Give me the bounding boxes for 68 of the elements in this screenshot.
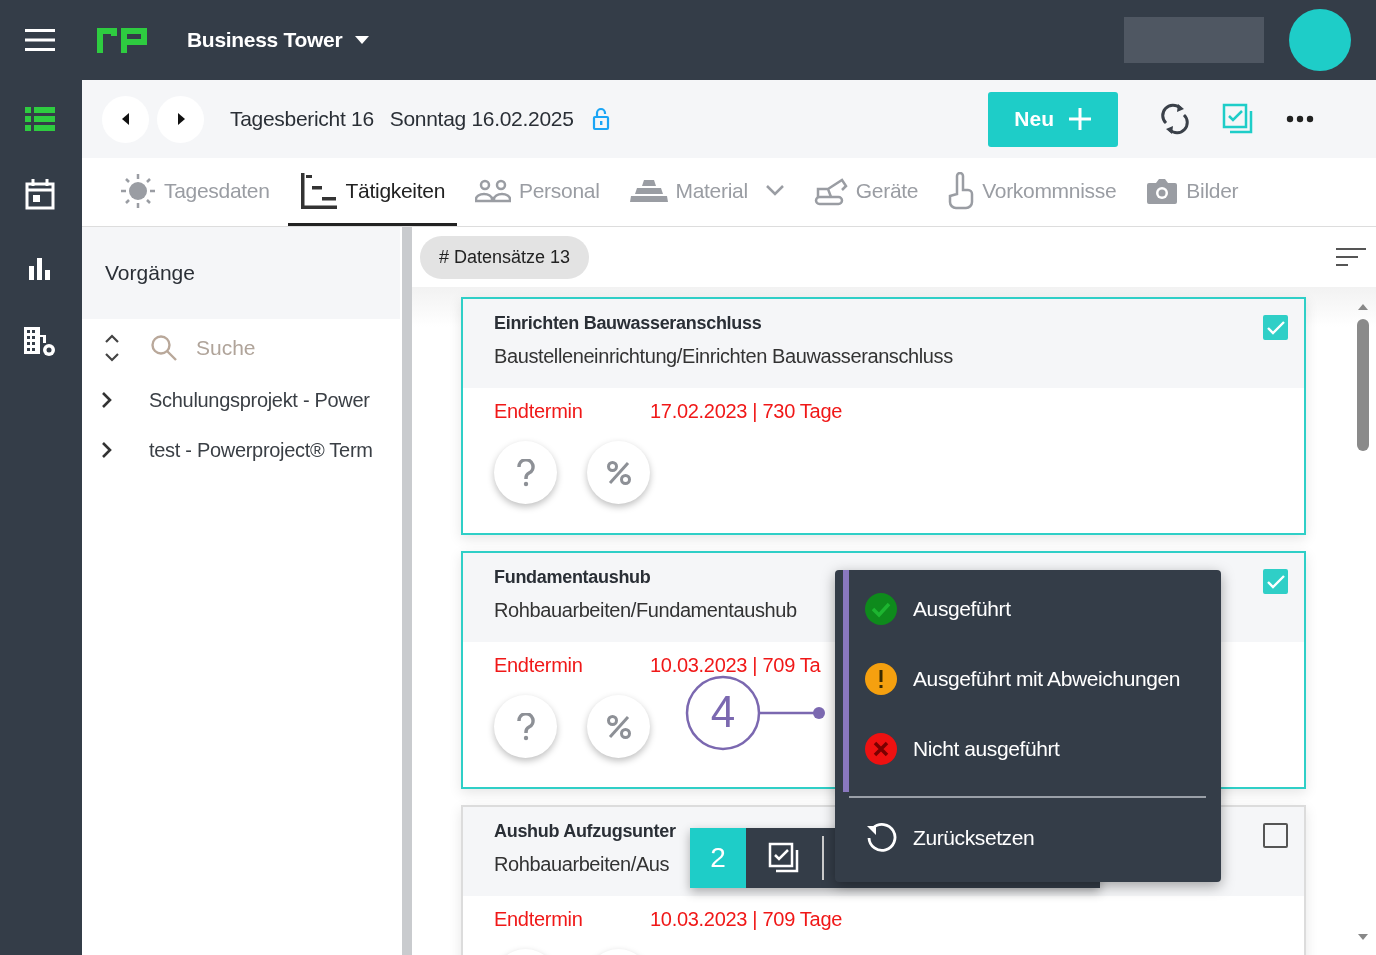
scroll-down-icon[interactable] <box>1357 933 1369 941</box>
question-icon <box>516 712 535 741</box>
chevron-down-icon <box>765 185 784 196</box>
search-field[interactable]: Suche <box>194 335 338 361</box>
scroll-up-icon[interactable] <box>1357 303 1369 311</box>
unlocked-lock-icon[interactable] <box>591 107 610 131</box>
building-gear-icon[interactable] <box>23 326 57 358</box>
gantt-chart-icon <box>299 171 338 210</box>
card-title: Aushub Aufzugsunter <box>494 821 676 842</box>
list-icon[interactable] <box>25 106 55 132</box>
checkbox[interactable] <box>1263 569 1288 594</box>
caret-right-icon <box>176 113 185 125</box>
card-path: Baustelleneinrichtung/Einrichten Bauwasseranschluss <box>494 345 953 368</box>
percent-icon <box>605 713 632 740</box>
people-icon <box>475 178 512 203</box>
tree-item[interactable]: Schulungsprojekt - Power <box>82 375 400 425</box>
check-circle-icon <box>865 593 897 625</box>
report-title: Tagesbericht 16 <box>230 107 374 131</box>
tree-item[interactable]: test - Powerproject® Term <box>82 425 400 475</box>
caret-left-icon <box>121 113 130 125</box>
sync-icon[interactable] <box>1160 103 1190 135</box>
logo-icon <box>95 25 149 55</box>
checklist-icon[interactable] <box>1222 103 1254 135</box>
camera-icon <box>1146 176 1179 205</box>
menu-icon[interactable] <box>25 29 55 51</box>
pointing-hand-icon <box>948 171 975 210</box>
due-value: 10.03.2023 | 709 Ta <box>650 654 821 677</box>
caret-icon <box>354 35 371 45</box>
selection-count: 2 <box>690 828 746 888</box>
activity-card[interactable]: Einrichten Bauwasseranschluss Baustelleneinrichtung/Einrichten Bauwasseranschluss Endtermin 17.02.2023 | 730 Tage <box>461 297 1306 535</box>
bricks-icon <box>629 178 668 203</box>
scrollbar-thumb[interactable] <box>1357 319 1369 451</box>
plus-icon <box>1068 107 1092 131</box>
bar-chart-icon[interactable] <box>27 256 53 280</box>
checkbox[interactable] <box>1263 823 1288 848</box>
question-icon <box>516 458 535 487</box>
menu-item[interactable]: Nicht ausgeführt <box>849 714 1206 784</box>
reset-icon <box>865 821 897 854</box>
previous-button[interactable] <box>102 95 149 143</box>
due-label: Endtermin <box>494 908 584 931</box>
checkbox[interactable] <box>1263 315 1288 340</box>
card-title: Fundamentaushub <box>494 567 652 588</box>
record-count-badge: # Datensätze 13 <box>420 235 590 279</box>
due-value: 10.03.2023 | 709 Tage <box>650 908 843 931</box>
checklist-icon[interactable] <box>768 842 800 874</box>
expand-collapse-icon[interactable] <box>104 333 120 363</box>
sort-icon[interactable] <box>1336 247 1366 267</box>
card-path: Rohbauarbeiten/Aus <box>494 853 671 876</box>
sidebar-title: Vorgänge <box>105 261 195 285</box>
sun-icon <box>120 172 156 209</box>
warning-circle-icon <box>865 663 897 695</box>
menu-item[interactable]: Ausgeführt <box>849 574 1206 644</box>
calendar-icon[interactable] <box>25 178 55 210</box>
menu-item[interactable]: Zurücksetzen <box>843 797 1206 878</box>
due-value: 17.02.2023 | 730 Tage <box>650 400 843 423</box>
menu-item[interactable]: Ausgeführt mit Abweichungen <box>849 644 1206 714</box>
more-icon[interactable] <box>1286 115 1314 123</box>
project-dropdown[interactable]: Business Tower <box>187 28 371 52</box>
percent-icon <box>605 459 632 486</box>
search-icon <box>150 334 178 362</box>
report-date: Sonntag 16.02.2025 <box>389 107 574 131</box>
card-path: Rohbauarbeiten/Fundamentaushub <box>494 599 797 622</box>
due-label: Endtermin <box>494 400 584 423</box>
error-circle-icon <box>865 733 897 765</box>
next-button[interactable] <box>157 95 204 143</box>
card-title: Einrichten Bauwasseranschluss <box>494 313 763 334</box>
callout-number: 4 <box>709 686 737 738</box>
due-label: Endtermin <box>494 654 584 677</box>
